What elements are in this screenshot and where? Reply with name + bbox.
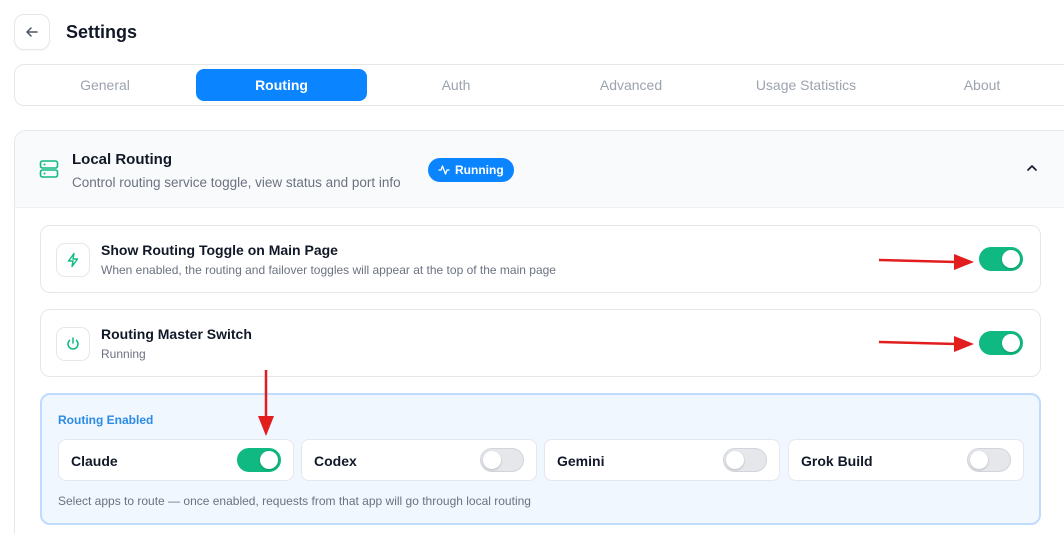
routing-master-switch[interactable] bbox=[979, 331, 1023, 355]
tab-about[interactable]: About bbox=[897, 69, 1064, 101]
tab-bar: General Routing Auth Advanced Usage Stat… bbox=[14, 64, 1064, 106]
app-name: Grok Build bbox=[801, 453, 873, 469]
section-title: Local Routing bbox=[72, 151, 172, 168]
server-icon bbox=[39, 160, 59, 178]
back-button[interactable] bbox=[14, 14, 50, 50]
codex-toggle[interactable] bbox=[480, 448, 524, 472]
section-subtitle: Control routing service toggle, view sta… bbox=[72, 175, 401, 190]
tab-auth[interactable]: Auth bbox=[371, 69, 541, 101]
power-icon bbox=[56, 327, 90, 361]
routing-enabled-label: Routing Enabled bbox=[58, 413, 154, 427]
gemini-toggle[interactable] bbox=[723, 448, 767, 472]
setting-title: Routing Master Switch bbox=[101, 326, 252, 342]
tab-advanced[interactable]: Advanced bbox=[546, 69, 716, 101]
status-badge: Running bbox=[428, 158, 514, 182]
tab-usage-statistics[interactable]: Usage Statistics bbox=[721, 69, 891, 101]
app-name: Claude bbox=[71, 453, 118, 469]
activity-icon bbox=[438, 165, 450, 175]
app-name: Codex bbox=[314, 453, 357, 469]
routing-hint: Select apps to route — once enabled, req… bbox=[58, 494, 531, 508]
setting-description: When enabled, the routing and failover t… bbox=[101, 263, 556, 277]
setting-description: Running bbox=[101, 347, 146, 361]
chevron-up-icon[interactable] bbox=[1025, 161, 1039, 175]
claude-toggle[interactable] bbox=[237, 448, 281, 472]
routing-enabled-panel: Routing Enabled Claude Codex Gemini Grok… bbox=[40, 393, 1041, 525]
tab-general[interactable]: General bbox=[20, 69, 190, 101]
settings-page: Settings General Routing Auth Advanced U… bbox=[0, 0, 1064, 534]
local-routing-section: Local Routing Control routing service to… bbox=[14, 130, 1064, 534]
setting-row-master-switch: Routing Master Switch Running bbox=[40, 309, 1041, 377]
app-name: Gemini bbox=[557, 453, 605, 469]
status-badge-label: Running bbox=[455, 163, 504, 177]
app-card-grok-build: Grok Build bbox=[788, 439, 1024, 481]
lightning-icon bbox=[56, 243, 90, 277]
app-card-gemini: Gemini bbox=[544, 439, 780, 481]
setting-row-show-toggle: Show Routing Toggle on Main Page When en… bbox=[40, 225, 1041, 293]
tab-routing[interactable]: Routing bbox=[196, 69, 367, 101]
arrow-left-icon bbox=[26, 27, 38, 37]
app-card-codex: Codex bbox=[301, 439, 537, 481]
app-card-claude: Claude bbox=[58, 439, 294, 481]
setting-title: Show Routing Toggle on Main Page bbox=[101, 242, 338, 258]
page-title: Settings bbox=[66, 21, 138, 42]
header: Settings bbox=[14, 14, 137, 50]
section-header[interactable]: Local Routing Control routing service to… bbox=[15, 131, 1064, 208]
grok-build-toggle[interactable] bbox=[967, 448, 1011, 472]
show-routing-toggle-switch[interactable] bbox=[979, 247, 1023, 271]
